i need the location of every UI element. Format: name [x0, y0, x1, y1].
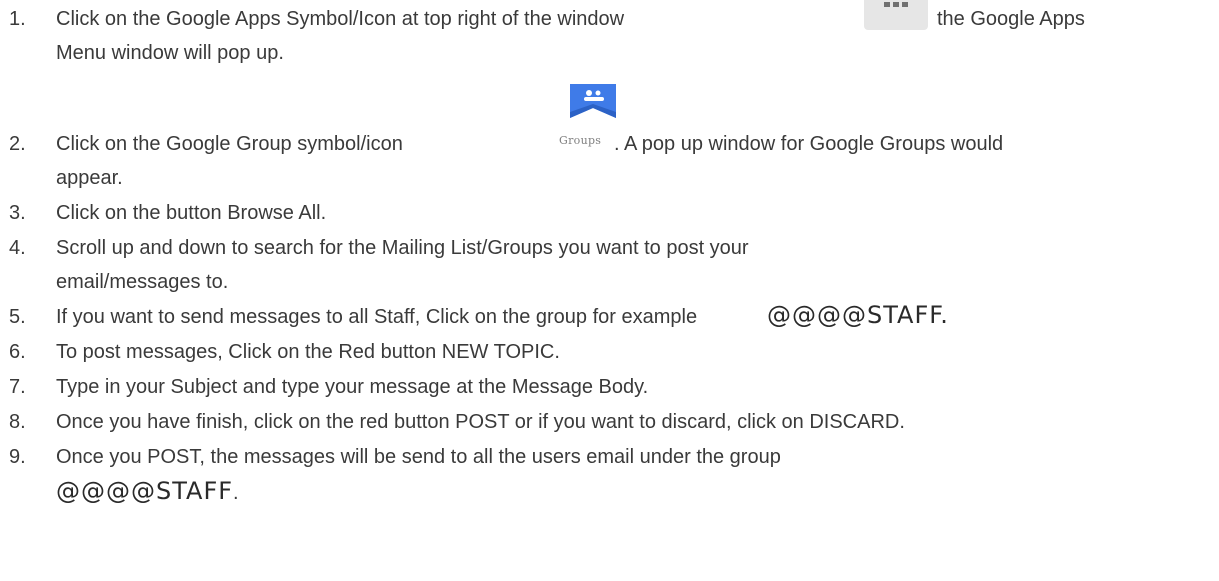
item-3-number: 3. [9, 202, 26, 224]
item-1-line-2: Menu window will pop up. [56, 42, 284, 64]
item-6-line-1: To post messages, Click on the Red butto… [56, 341, 560, 363]
item-8-number: 8. [9, 411, 26, 433]
item-7-line-1: Type in your Subject and type your messa… [56, 376, 649, 398]
item-2-number: 2. [9, 133, 26, 155]
item-2-line-2: appear. [56, 167, 123, 189]
item-9-number: 9. [9, 446, 26, 468]
instruction-document: 1. Click on the Google Apps Symbol/Icon … [0, 0, 1219, 581]
item-7-number: 7. [9, 376, 26, 398]
item-1-number: 1. [9, 8, 26, 30]
apps-dot [893, 2, 899, 7]
item-9-group-highlight: @@@@STAFF [56, 477, 234, 505]
item-2-line-1: Click on the Google Group symbol/icon [56, 133, 403, 155]
item-1-line-1: Click on the Google Apps Symbol/Icon at … [56, 8, 625, 30]
item-1-suffix: the Google Apps [937, 8, 1085, 30]
item-9-trailing-period: . [233, 482, 239, 504]
groups-icon-label: Groups [559, 134, 602, 147]
item-5-group-highlight: @@@@STAFF. [767, 301, 949, 329]
item-4-line-1: Scroll up and down to search for the Mai… [56, 237, 749, 259]
apps-dot [902, 2, 908, 7]
item-8-line-1: Once you have finish, click on the red b… [56, 411, 905, 433]
item-5-line-1: If you want to send messages to all Staf… [56, 306, 698, 328]
item-6-number: 6. [9, 341, 26, 363]
item-5-number: 5. [9, 306, 26, 328]
apps-dot [884, 2, 890, 7]
apps-grid-icon [864, 0, 928, 30]
item-3-line-1: Click on the button Browse All. [56, 202, 327, 224]
item-4-number: 4. [9, 237, 26, 259]
item-9-line-1: Once you POST, the messages will be send… [56, 446, 781, 468]
item-2-suffix: . A pop up window for Google Groups woul… [614, 133, 1004, 155]
google-groups-icon [570, 84, 616, 118]
item-4-line-2: email/messages to. [56, 271, 229, 293]
